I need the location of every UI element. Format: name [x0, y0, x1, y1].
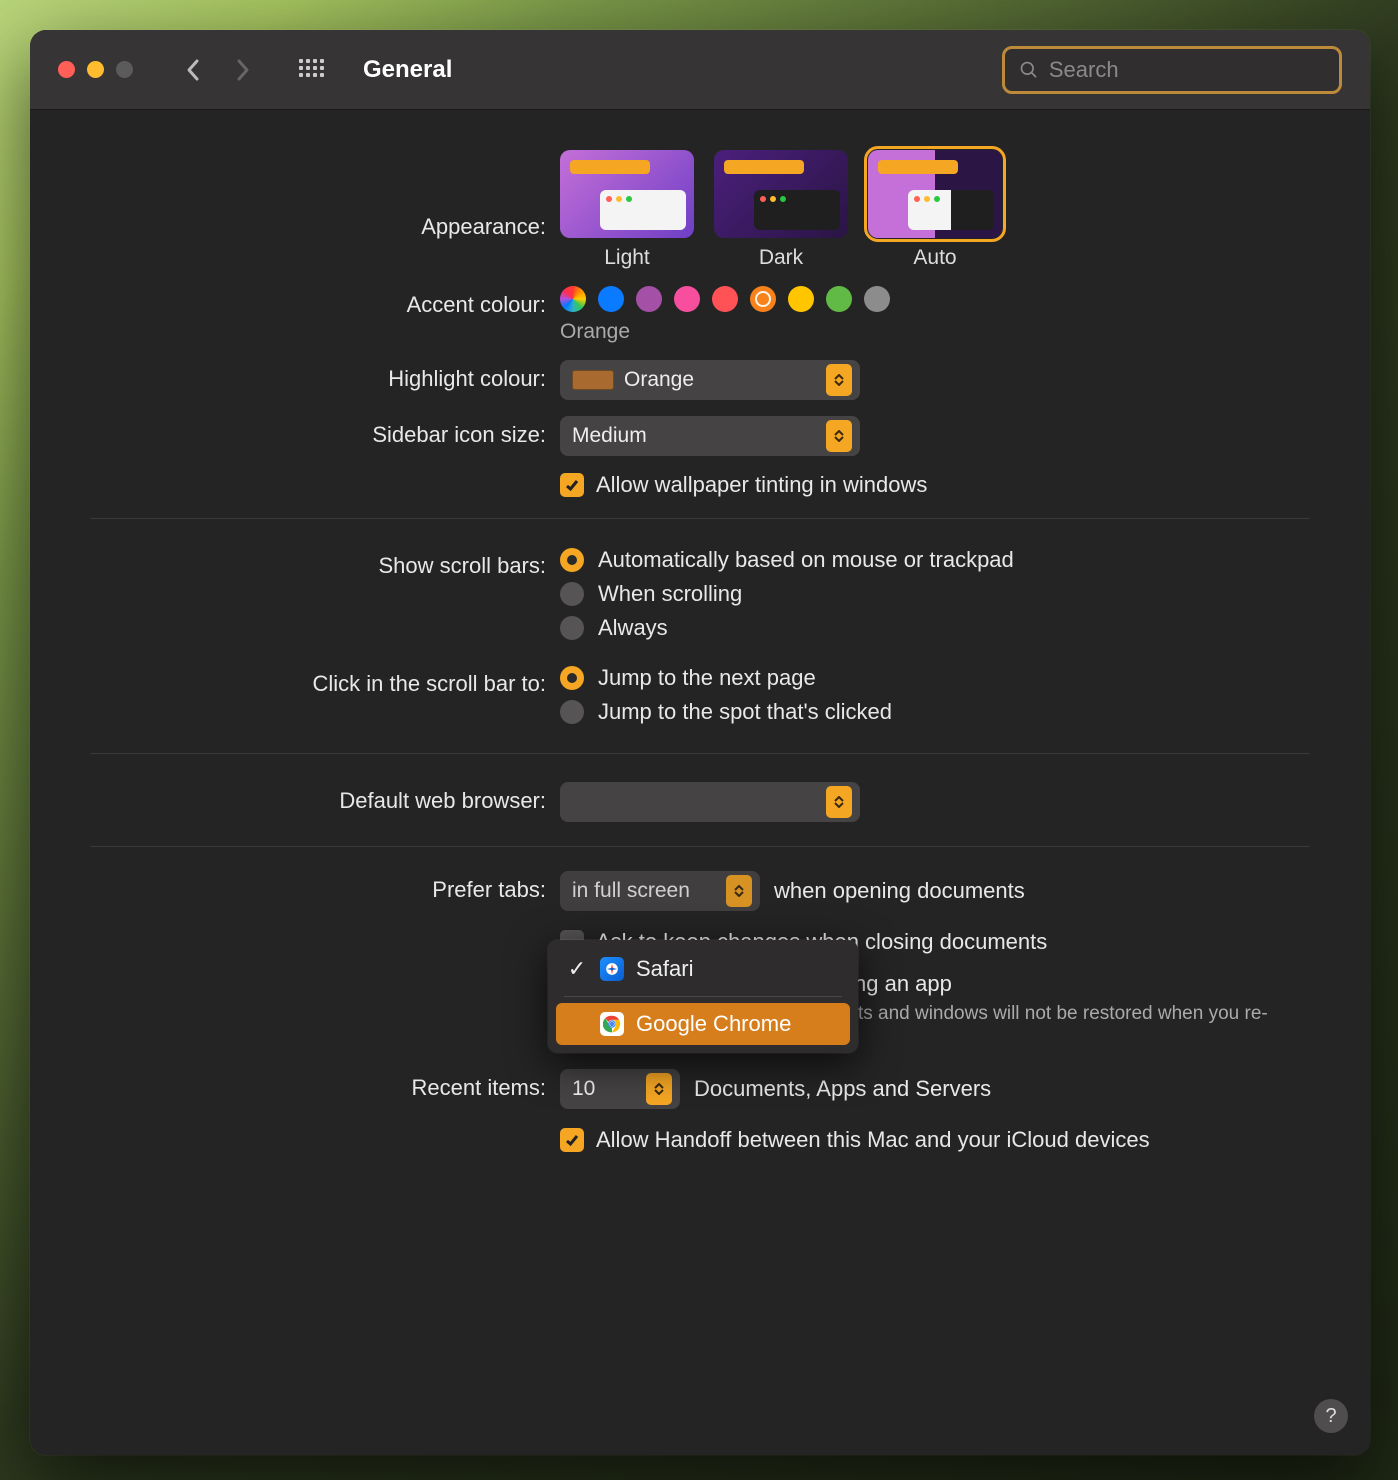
recent-items-label: Recent items:: [90, 1069, 560, 1101]
highlight-label: Highlight colour:: [90, 360, 560, 392]
chevron-right-icon: [235, 58, 251, 82]
appearance-label: Appearance:: [90, 150, 560, 240]
appearance-option-light[interactable]: [560, 150, 694, 238]
scrollbars-label: Show scroll bars:: [90, 547, 560, 579]
minimize-window-button[interactable]: [87, 61, 104, 78]
show-all-button[interactable]: [299, 59, 327, 81]
scrollbars-scrolling-label: When scrolling: [598, 581, 742, 607]
prefer-tabs-value: in full screen: [572, 879, 690, 903]
accent-swatch-purple[interactable]: [636, 286, 662, 312]
page-title: General: [363, 56, 452, 84]
titlebar: General: [30, 30, 1370, 110]
close-window-button[interactable]: [58, 61, 75, 78]
appearance-dark-label: Dark: [759, 246, 803, 270]
radio-selected-icon: [560, 666, 584, 690]
radio-icon: [560, 582, 584, 606]
search-input[interactable]: [1049, 57, 1325, 83]
scrollbars-option-auto[interactable]: Automatically based on mouse or trackpad: [560, 547, 1310, 573]
search-icon: [1019, 59, 1039, 81]
sidebar-icon-size-select[interactable]: Medium: [560, 416, 860, 456]
browser-option-chrome[interactable]: Google Chrome: [556, 1003, 850, 1045]
default-browser-label: Default web browser:: [90, 782, 560, 814]
browser-option-safari[interactable]: ✓ Safari: [556, 948, 850, 990]
back-button[interactable]: [179, 56, 207, 84]
recent-items-select[interactable]: 10: [560, 1069, 680, 1109]
accent-swatch-yellow[interactable]: [788, 286, 814, 312]
highlight-colour-select[interactable]: Orange: [560, 360, 860, 400]
recent-items-suffix: Documents, Apps and Servers: [694, 1076, 991, 1102]
browser-safari-label: Safari: [636, 956, 693, 982]
checkbox-checked-icon: [560, 1128, 584, 1152]
accent-selected-name: Orange: [560, 320, 1310, 344]
accent-swatch-multicolor[interactable]: [560, 286, 586, 312]
maximize-window-button[interactable]: [116, 61, 133, 78]
checkmark-icon: ✓: [566, 956, 588, 982]
click-scroll-page-label: Jump to the next page: [598, 665, 816, 691]
scrollbars-option-always[interactable]: Always: [560, 615, 1310, 641]
accent-swatch-graphite[interactable]: [864, 286, 890, 312]
accent-swatch-blue[interactable]: [598, 286, 624, 312]
prefer-tabs-select[interactable]: in full screen: [560, 871, 760, 911]
help-button[interactable]: ?: [1314, 1399, 1348, 1433]
stepper-icon: [826, 420, 852, 452]
safari-icon: [600, 957, 624, 981]
divider: [90, 846, 1310, 847]
search-field-wrapper[interactable]: [1002, 46, 1342, 94]
scrollbars-auto-label: Automatically based on mouse or trackpad: [598, 547, 1014, 573]
click-scroll-option-spot[interactable]: Jump to the spot that's clicked: [560, 699, 1310, 725]
nav-arrows: [179, 56, 257, 84]
wallpaper-tint-checkbox-row[interactable]: Allow wallpaper tinting in windows: [560, 472, 1310, 498]
accent-swatch-green[interactable]: [826, 286, 852, 312]
click-scroll-label: Click in the scroll bar to:: [90, 665, 560, 697]
browser-chrome-label: Google Chrome: [636, 1011, 791, 1037]
divider: [90, 518, 1310, 519]
click-scroll-spot-label: Jump to the spot that's clicked: [598, 699, 892, 725]
scrollbars-always-label: Always: [598, 615, 668, 641]
forward-button[interactable]: [229, 56, 257, 84]
accent-label: Accent colour:: [90, 286, 560, 318]
default-browser-select[interactable]: x: [560, 782, 860, 822]
handoff-label: Allow Handoff between this Mac and your …: [596, 1127, 1150, 1153]
highlight-chip-icon: [572, 370, 614, 390]
prefer-tabs-label: Prefer tabs:: [90, 871, 560, 903]
chrome-icon: [600, 1012, 624, 1036]
chevron-left-icon: [185, 58, 201, 82]
recent-items-value: 10: [572, 1077, 595, 1101]
stepper-icon: [826, 786, 852, 818]
handoff-checkbox-row[interactable]: Allow Handoff between this Mac and your …: [560, 1127, 1310, 1153]
appearance-option-dark[interactable]: [714, 150, 848, 238]
sidebar-icon-label: Sidebar icon size:: [90, 416, 560, 448]
accent-swatch-pink[interactable]: [674, 286, 700, 312]
appearance-option-auto[interactable]: [868, 150, 1002, 238]
stepper-icon: [646, 1073, 672, 1105]
stepper-icon: [726, 875, 752, 907]
window-controls: [58, 61, 133, 78]
dropdown-separator: [564, 996, 842, 997]
accent-swatch-row: [560, 286, 1310, 312]
highlight-value: Orange: [624, 368, 694, 392]
accent-swatch-orange[interactable]: [750, 286, 776, 312]
default-browser-dropdown: ✓ Safari Google Chrome: [548, 940, 858, 1053]
system-preferences-window: General Appearance: Light: [30, 30, 1370, 1455]
accent-swatch-red[interactable]: [712, 286, 738, 312]
click-scroll-option-page[interactable]: Jump to the next page: [560, 665, 1310, 691]
prefer-tabs-suffix: when opening documents: [774, 878, 1025, 904]
stepper-icon: [826, 364, 852, 396]
appearance-light-label: Light: [604, 246, 650, 270]
sidebar-icon-value: Medium: [572, 424, 647, 448]
divider: [90, 753, 1310, 754]
scrollbars-option-scrolling[interactable]: When scrolling: [560, 581, 1310, 607]
radio-selected-icon: [560, 548, 584, 572]
radio-icon: [560, 616, 584, 640]
radio-icon: [560, 700, 584, 724]
content-area: Appearance: Light: [30, 110, 1370, 1229]
appearance-auto-label: Auto: [913, 246, 956, 270]
checkbox-checked-icon: [560, 473, 584, 497]
wallpaper-tint-label: Allow wallpaper tinting in windows: [596, 472, 927, 498]
